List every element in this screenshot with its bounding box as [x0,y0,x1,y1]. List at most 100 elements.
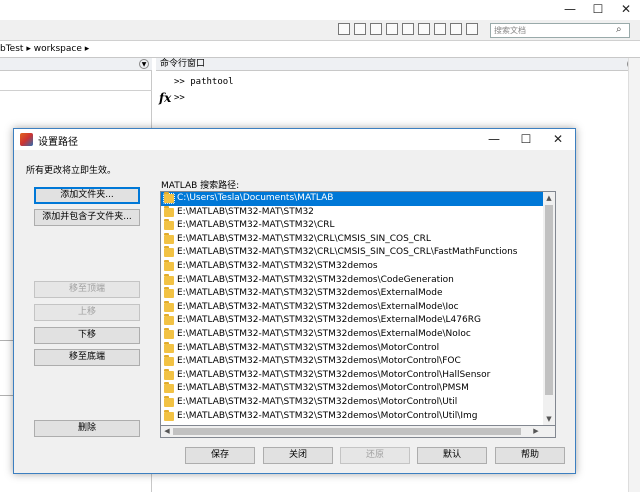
path-text: E:\MATLAB\STM32-MAT\STM32\STM32demos\Ext… [177,315,481,326]
path-text: E:\MATLAB\STM32-MAT\STM32\STM32demos\Mot… [177,410,478,421]
folder-icon [164,396,174,407]
path-list-item[interactable]: E:\MATLAB\STM32-MAT\STM32\STM32demos\Mot… [161,409,543,424]
set-path-dialog: 设置路径 — ☐ ✕ 所有更改将立即生效。 添加文件夹... 添加并包含子文件夹… [13,128,576,474]
minimize-button[interactable]: — [479,129,509,150]
path-list-item[interactable]: E:\MATLAB\STM32-MAT\STM32\CRL\CMSIS_SIN_… [161,246,543,260]
toolbar-icon-1[interactable] [338,23,350,35]
path-text: E:\MATLAB\STM32-MAT\STM32\STM32demos\Ext… [177,288,443,299]
close-button[interactable]: ✕ [543,129,573,150]
folder-icon [164,314,174,326]
command-prompt[interactable]: >> [174,93,185,103]
default-button[interactable]: 默认 [417,447,487,464]
save-button[interactable]: 保存 [185,447,255,464]
matlab-minimize-button[interactable]: — [556,0,584,18]
path-text: E:\MATLAB\STM32-MAT\STM32 [177,206,314,217]
path-list-item[interactable]: E:\MATLAB\STM32-MAT\STM32\STM32demos\Cod… [161,273,543,288]
path-list-item[interactable]: E:\MATLAB\STM32-MAT\STM32 [161,205,543,220]
add-with-subfolders-button[interactable]: 添加并包含子文件夹... [34,209,140,226]
folder-icon [164,287,174,299]
path-text: E:\MATLAB\STM32-MAT\STM32\STM32demos\Cod… [177,274,454,285]
path-list-item[interactable]: E:\MATLAB\STM32-MAT\STM32\STM32demos\Ext… [161,287,543,301]
path-text: E:\MATLAB\STM32-MAT\STM32\CRL [177,220,335,231]
fx-icon[interactable]: fx [159,91,171,105]
toolbar-icon-4[interactable] [386,23,398,35]
matlab-maximize-button[interactable]: ☐ [584,0,612,18]
breadcrumb-segment[interactable]: bTest [0,44,23,54]
search-path-list[interactable]: C:\Users\Tesla\Documents\MATLAB E:\MATLAB… [160,191,556,426]
scroll-down-icon[interactable]: ▼ [543,413,555,425]
move-down-button[interactable]: 下移 [34,327,140,344]
path-list-item[interactable]: E:\MATLAB\STM32-MAT\STM32\STM32demos\Ext… [161,314,543,328]
info-note: 所有更改将立即生效。 [26,166,117,176]
chevron-down-icon[interactable]: ▼ [139,59,149,69]
revert-button[interactable]: 还原 [340,447,410,464]
folder-icon [164,328,174,339]
path-list-item[interactable]: E:\MATLAB\STM32-MAT\STM32\STM32demos\Mot… [161,355,543,369]
help-icon[interactable] [466,23,478,35]
folder-icon [163,192,175,204]
path-list-item[interactable]: C:\Users\Tesla\Documents\MATLAB [161,192,543,206]
path-text: E:\MATLAB\STM32-MAT\STM32\STM32demos\Mot… [177,369,491,380]
maximize-button[interactable]: ☐ [511,129,541,150]
matlab-logo-icon [20,133,33,146]
path-list-item[interactable]: E:\MATLAB\STM32-MAT\STM32\STM32demos\Mot… [161,382,543,396]
current-folder-header: ▼ [0,58,152,71]
list-horizontal-scrollbar[interactable]: ◀ ▶ [160,426,556,438]
current-folder-breadcrumb[interactable]: bTest ▸ workspace ▸ [0,41,640,58]
toolbar-icon-7[interactable] [434,23,446,35]
scroll-left-icon[interactable]: ◀ [162,426,172,437]
path-text: C:\Users\Tesla\Documents\MATLAB [177,193,334,203]
close-dialog-button[interactable]: 关闭 [263,447,333,464]
path-list-item[interactable]: E:\MATLAB\STM32-MAT\STM32\CRL [161,219,543,233]
path-text: E:\MATLAB\STM32-MAT\STM32\STM32demos\Mot… [177,342,440,353]
doc-search-input[interactable]: 搜索文档 [490,23,630,38]
search-icon[interactable]: ⌕ [616,24,628,36]
folder-icon [164,260,174,271]
path-text: E:\MATLAB\STM32-MAT\STM32\CRL\CMSIS_SIN_… [177,247,518,258]
folder-icon [164,205,174,217]
remove-button[interactable]: 删除 [34,420,140,437]
path-text: E:\MATLAB\STM32-MAT\STM32\CRL\CMSIS_SIN_… [177,233,431,244]
folder-icon [164,300,174,312]
help-button[interactable]: 帮助 [495,447,565,464]
search-path-label: MATLAB 搜索路径: [161,181,240,191]
folder-icon [164,246,174,258]
path-list-item[interactable]: E:\MATLAB\STM32-MAT\STM32\STM32demos\Mot… [161,396,543,410]
breadcrumb-segment[interactable]: workspace [34,44,82,54]
move-up-button[interactable]: 上移 [34,304,140,321]
folder-icon [164,219,174,231]
scroll-right-icon[interactable]: ▶ [531,426,541,437]
scroll-up-icon[interactable]: ▲ [543,192,555,204]
path-list-item[interactable]: E:\MATLAB\STM32-MAT\STM32\CRL\CMSIS_SIN_… [161,232,543,247]
move-to-top-button[interactable]: 移至顶端 [34,281,140,298]
toolbar-icon-3[interactable] [370,23,382,35]
scroll-thumb[interactable] [545,205,553,395]
scroll-thumb[interactable] [173,428,521,435]
folder-icon [164,273,174,285]
folder-icon [164,355,174,367]
move-to-bottom-button[interactable]: 移至底端 [34,349,140,366]
folder-icon [164,341,174,353]
toolbar-icon-6[interactable] [418,23,430,35]
toolbar-icon-2[interactable] [354,23,366,35]
dialog-titlebar[interactable]: 设置路径 — ☐ ✕ [14,129,575,150]
add-folder-button[interactable]: 添加文件夹... [34,187,140,204]
path-list-item[interactable]: E:\MATLAB\STM32-MAT\STM32\STM32demos [161,260,543,274]
command-window-scrollbar[interactable] [628,58,640,492]
path-list-item[interactable]: E:\MATLAB\STM32-MAT\STM32\STM32demos\Mot… [161,341,543,356]
list-vertical-scrollbar[interactable]: ▲ ▼ [543,192,555,425]
command-window-title: 命令行窗口 [160,59,206,69]
folder-icon [164,232,174,244]
path-text: E:\MATLAB\STM32-MAT\STM32\STM32demos [177,261,378,271]
matlab-close-button[interactable]: ✕ [612,0,640,18]
folder-icon [164,382,174,394]
dialog-title: 设置路径 [38,137,78,148]
path-list-item[interactable]: E:\MATLAB\STM32-MAT\STM32\STM32demos\Ext… [161,300,543,315]
path-list-item[interactable]: E:\MATLAB\STM32-MAT\STM32\STM32demos\Ext… [161,328,543,342]
toolbar-icon-5[interactable] [402,23,414,35]
command-history-line: >> pathtool [174,77,234,87]
breadcrumb-separator-icon: ▸ [26,44,31,54]
path-list-item[interactable]: E:\MATLAB\STM32-MAT\STM32\STM32demos\Mot… [161,368,543,383]
breadcrumb-separator-icon: ▸ [84,44,90,54]
toolbar-icon-8[interactable] [450,23,462,35]
